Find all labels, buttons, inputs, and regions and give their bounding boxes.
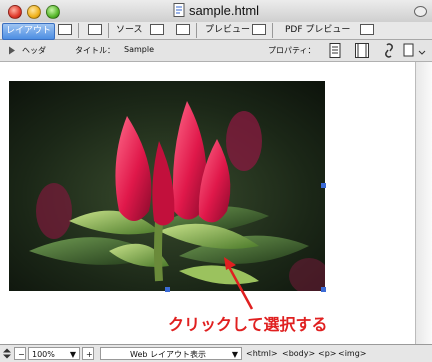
window-title: sample.html [0,3,432,18]
resize-handle-right[interactable] [321,183,326,188]
frame-view-icon[interactable] [88,24,102,35]
zoom-in-button[interactable]: + [82,347,94,360]
updown-arrows-icon[interactable] [2,348,12,359]
header-label[interactable]: ヘッダ [22,45,46,56]
link-chain-icon[interactable] [383,43,395,58]
properties-label: プロパティ： [268,46,316,55]
zoom-value: 100% [32,350,55,359]
disclosure-triangle-icon[interactable] [8,46,16,55]
title-label: タイトル： [75,46,115,55]
pdf-icon[interactable] [360,24,374,35]
tab-source[interactable]: ソース [113,23,146,38]
resize-handle-corner[interactable] [321,287,326,292]
property-bar: ヘッダ タイトル： Sample プロパティ： [0,40,432,62]
preview-icon[interactable] [252,24,266,35]
tag-path-p[interactable]: <p> [318,347,336,360]
zoom-out-button[interactable]: − [14,347,26,360]
tab-separator [272,23,273,38]
view-mode-select[interactable]: Web レイアウト表示 ▼ [100,347,242,360]
tab-separator [108,23,109,38]
html-document-icon [173,3,185,17]
text-source-icon[interactable] [150,24,164,35]
tab-source-label: ソース [116,25,143,35]
tab-layout-label: レイアウト [6,26,52,36]
view-mode-value: Web レイアウト表示 [130,350,206,359]
tab-preview-label: プレビュー [205,25,251,35]
status-bar: − 100% ▼ + Web レイアウト表示 ▼ <html> <body> <… [0,344,432,362]
window-title-text: sample.html [188,3,260,18]
tag-path-body[interactable]: <body> [282,347,315,360]
object-menu-icon[interactable] [403,43,427,58]
resize-handle-bottom[interactable] [165,287,170,292]
layout-view-icon[interactable] [58,24,72,35]
tab-pdf-preview[interactable]: PDF プレビュー [282,23,353,38]
zoom-select[interactable]: 100% ▼ [28,347,80,360]
vertical-scrollbar[interactable] [415,62,432,344]
tab-pdf-preview-label: PDF プレビュー [285,25,351,35]
annotation-text: クリックして選択する [168,315,328,334]
annotation-arrow-icon [224,257,254,310]
toolbar-toggle-icon[interactable] [414,5,427,18]
film-strip-icon[interactable] [355,43,369,58]
tab-separator [196,23,197,38]
title-bar: sample.html [0,0,432,23]
split-source-icon[interactable] [176,24,190,35]
view-tab-bar: レイアウト ソース プレビュー PDF プレビュー [0,22,432,40]
chevron-down-icon: ▼ [231,350,238,359]
tab-separator [78,23,79,38]
tab-preview[interactable]: プレビュー [202,23,253,38]
selected-image-azalea-buds[interactable] [9,81,325,291]
tag-path-img[interactable]: <img> [338,347,367,360]
tab-layout[interactable]: レイアウト [2,23,56,40]
chevron-down-icon: ▼ [69,350,76,359]
tag-path-html[interactable]: <html> [246,347,278,360]
title-value[interactable]: Sample [124,45,154,54]
page-properties-icon[interactable] [329,43,341,58]
